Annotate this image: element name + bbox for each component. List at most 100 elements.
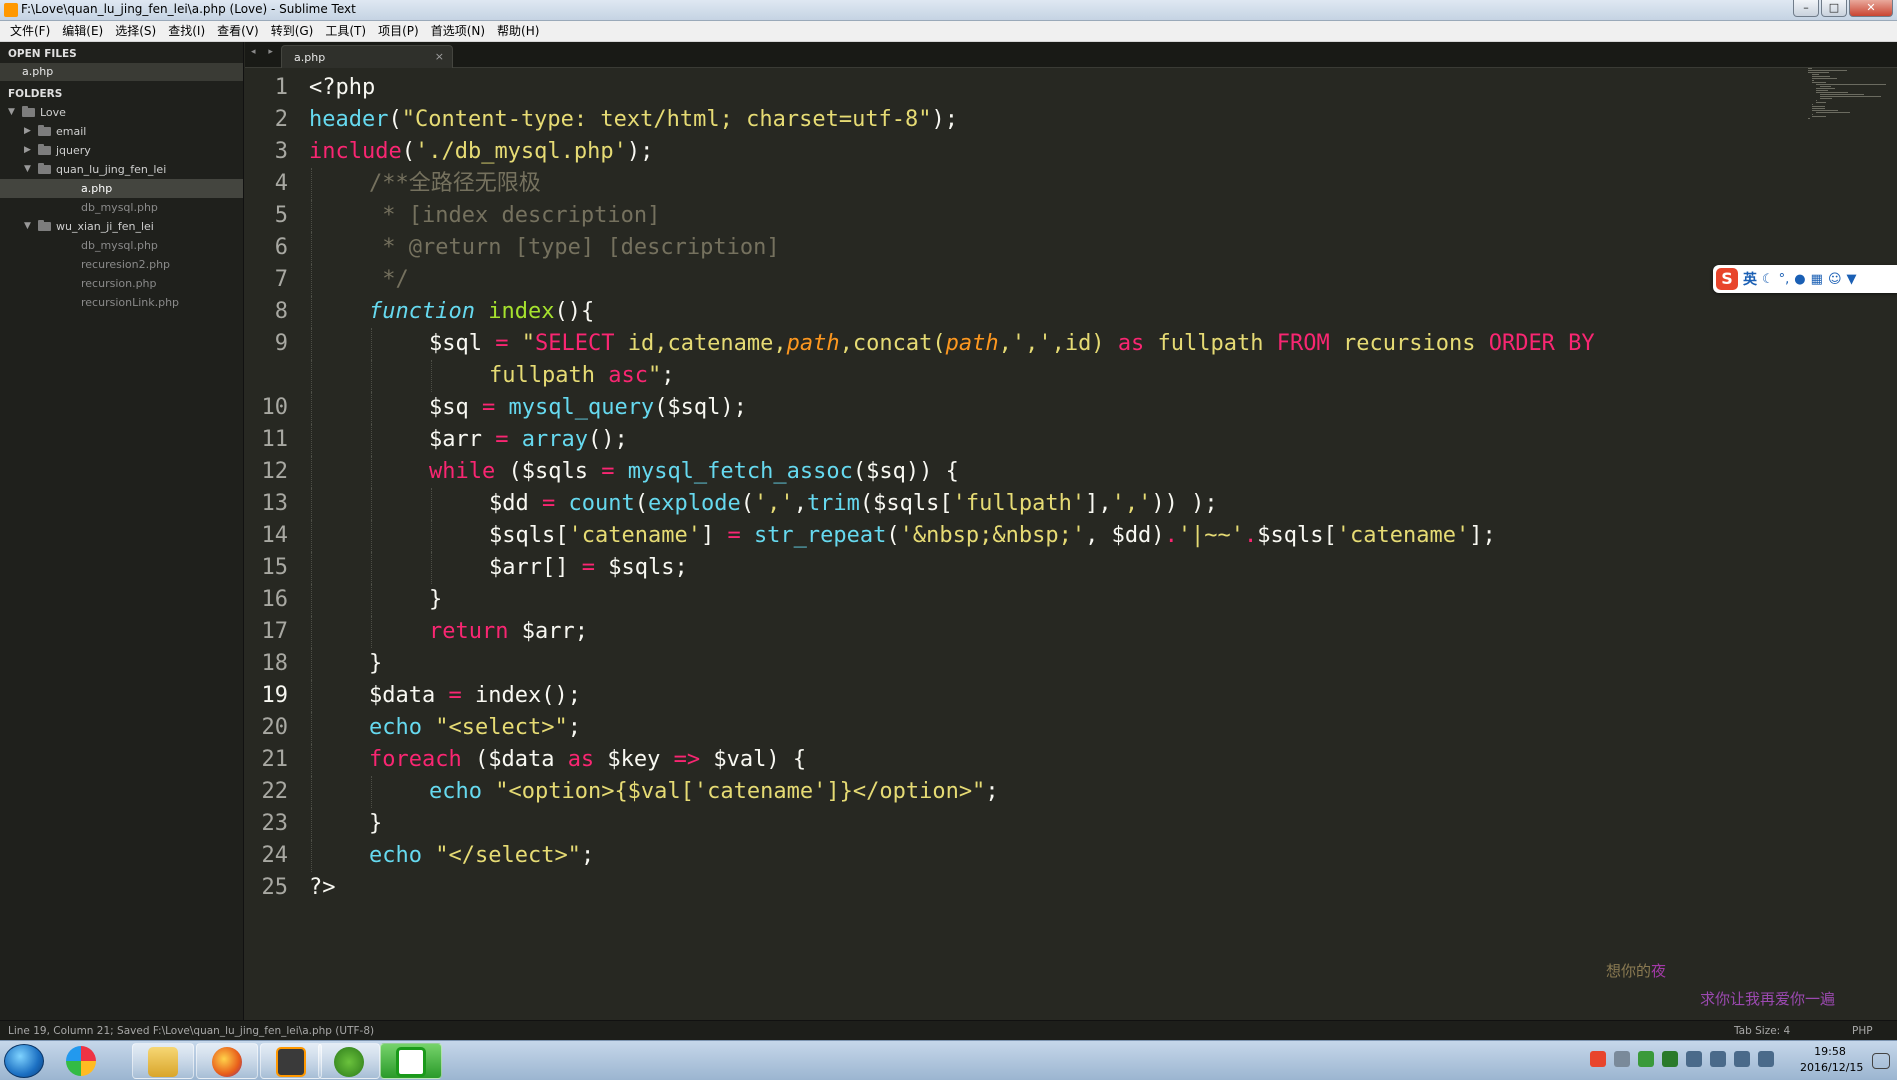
disclosure-closed-icon[interactable]: ▶ xyxy=(24,141,34,160)
code-line[interactable]: */ xyxy=(369,264,409,296)
tray-arrow-icon[interactable] xyxy=(1614,1051,1630,1067)
indent-guide xyxy=(371,360,372,392)
ime-toolbar[interactable]: S 英 ☾ °, ● ▦ ☺ ▼ xyxy=(1713,265,1897,293)
code-token: ( xyxy=(886,523,900,548)
taskbar-firefox[interactable] xyxy=(196,1043,258,1079)
tab-close-icon[interactable]: × xyxy=(435,50,444,63)
indent-guide xyxy=(431,360,432,392)
menu-item-7[interactable]: 项目(P) xyxy=(372,21,425,41)
notification-icon[interactable] xyxy=(1872,1053,1890,1069)
indent-guide xyxy=(311,392,312,424)
code-line[interactable]: $arr[] = $sqls; xyxy=(489,552,688,584)
minimize-button[interactable]: – xyxy=(1793,0,1819,17)
volume-icon[interactable] xyxy=(1734,1051,1750,1067)
tray-app-icon[interactable] xyxy=(1638,1051,1654,1067)
taskbar-explorer[interactable] xyxy=(132,1043,194,1079)
power-icon[interactable] xyxy=(1758,1051,1774,1067)
code-line[interactable]: while ($sqls = mysql_fetch_assoc($sq)) { xyxy=(429,456,959,488)
disclosure-open-icon[interactable]: ▼ xyxy=(24,217,34,236)
tray-green-icon[interactable] xyxy=(1662,1051,1678,1067)
close-button[interactable]: ✕ xyxy=(1849,0,1893,17)
monitor-icon[interactable] xyxy=(1710,1051,1726,1067)
code-line[interactable]: include('./db_mysql.php'); xyxy=(309,136,653,168)
code-line[interactable]: * @return [type] [description] xyxy=(369,232,779,264)
code-line[interactable]: echo "<option>{$val['catename']}</option… xyxy=(429,776,999,808)
code-line[interactable]: echo "</select>"; xyxy=(369,840,594,872)
menu-item-9[interactable]: 帮助(H) xyxy=(491,21,545,41)
code-line[interactable]: } xyxy=(369,808,382,840)
code-line[interactable]: fullpath asc"; xyxy=(489,360,674,392)
comma-icon[interactable]: °, xyxy=(1779,272,1790,287)
disclosure-open-icon[interactable]: ▼ xyxy=(24,160,34,179)
code-line[interactable]: function index(){ xyxy=(369,296,594,328)
menu-item-0[interactable]: 文件(F) xyxy=(4,21,56,41)
code-line[interactable]: $data = index(); xyxy=(369,680,581,712)
menu-item-1[interactable]: 编辑(E) xyxy=(56,21,109,41)
code-line[interactable]: $arr = array(); xyxy=(429,424,628,456)
open-file-item[interactable]: a.php xyxy=(0,63,243,81)
syntax-indicator[interactable]: PHP xyxy=(1852,1025,1873,1037)
ime-language-toggle[interactable]: 英 xyxy=(1743,269,1757,289)
start-button[interactable] xyxy=(4,1044,44,1078)
maximize-button[interactable]: □ xyxy=(1821,0,1847,17)
menu-item-3[interactable]: 查找(I) xyxy=(162,21,211,41)
code-line[interactable]: $sq = mysql_query($sql); xyxy=(429,392,747,424)
code-token: ); xyxy=(931,107,959,132)
code-line[interactable]: $sql = "SELECT id,catename,path,concat(p… xyxy=(429,328,1595,360)
taskbar-app-active[interactable] xyxy=(380,1043,442,1079)
menu-item-4[interactable]: 查看(V) xyxy=(211,21,265,41)
folder-row[interactable]: ▼ Love xyxy=(0,103,243,122)
mic-icon[interactable]: ● xyxy=(1794,272,1805,287)
file-row[interactable]: db_mysql.php xyxy=(0,236,243,255)
file-row[interactable]: recursionLink.php xyxy=(0,293,243,312)
code-line[interactable]: foreach ($data as $key => $val) { xyxy=(369,744,806,776)
menu-item-8[interactable]: 首选项(N) xyxy=(425,21,491,41)
minimap[interactable] xyxy=(1808,68,1888,128)
tab-size-indicator[interactable]: Tab Size: 4 xyxy=(1734,1025,1790,1037)
file-row[interactable]: recuresion2.php xyxy=(0,255,243,274)
code-line[interactable]: <?php xyxy=(309,72,375,104)
file-row[interactable]: recursion.php xyxy=(0,274,243,293)
file-row[interactable]: db_mysql.php xyxy=(0,198,243,217)
keyboard-icon[interactable]: ▦ xyxy=(1811,272,1823,287)
code-area[interactable]: <?php header("Content-type: text/html; ch… xyxy=(309,68,1799,1020)
menu-item-6[interactable]: 工具(T) xyxy=(319,21,372,41)
minimap-line xyxy=(1812,82,1826,83)
code-line[interactable]: return $arr; xyxy=(429,616,588,648)
tab-a-php[interactable]: a.php × xyxy=(281,45,453,68)
code-line[interactable]: * [index description] xyxy=(369,200,660,232)
taskbar-sublime[interactable] xyxy=(260,1043,322,1079)
disclosure-closed-icon[interactable]: ▶ xyxy=(24,122,34,141)
code-line[interactable]: header("Content-type: text/html; charset… xyxy=(309,104,958,136)
code-line[interactable]: /**全路径无限极 xyxy=(369,168,541,200)
code-line[interactable]: echo "<select>"; xyxy=(369,712,581,744)
code-line[interactable]: $dd = count(explode(',',trim($sqls['full… xyxy=(489,488,1218,520)
indent-guide xyxy=(311,360,312,392)
shirt-icon[interactable]: ▼ xyxy=(1847,272,1857,287)
file-row[interactable]: a.php xyxy=(0,179,243,198)
moon-icon[interactable]: ☾ xyxy=(1762,272,1774,287)
folder-row[interactable]: ▶ jquery xyxy=(0,141,243,160)
code-line[interactable]: } xyxy=(369,648,382,680)
folder-row[interactable]: ▼ quan_lu_jing_fen_lei xyxy=(0,160,243,179)
tree-label: recursionLink.php xyxy=(81,296,180,309)
network-icon[interactable] xyxy=(1686,1051,1702,1067)
taskbar-pinned-app[interactable] xyxy=(54,1043,116,1079)
line-number: 19 xyxy=(261,683,289,708)
sogou-tray-icon[interactable] xyxy=(1590,1051,1606,1067)
menu-item-2[interactable]: 选择(S) xyxy=(109,21,162,41)
folder-row[interactable]: ▶ email xyxy=(0,122,243,141)
disclosure-open-icon[interactable]: ▼ xyxy=(8,103,18,122)
user-icon[interactable]: ☺ xyxy=(1828,272,1842,287)
sogou-logo-icon[interactable]: S xyxy=(1716,268,1738,290)
folder-row[interactable]: ▼ wu_xian_ji_fen_lei xyxy=(0,217,243,236)
taskbar-app-green[interactable] xyxy=(318,1043,380,1079)
code-line[interactable]: $sqls['catename'] = str_repeat('&nbsp;&n… xyxy=(489,520,1496,552)
indent-guide xyxy=(431,520,432,552)
code-line[interactable]: } xyxy=(429,584,442,616)
clock[interactable]: 19:58 2016/12/15 xyxy=(1800,1044,1863,1076)
code-token: . xyxy=(1164,523,1178,548)
tab-nav-arrows[interactable]: ◂ ▸ xyxy=(251,47,278,57)
code-line[interactable]: ?> xyxy=(309,872,336,904)
menu-item-5[interactable]: 转到(G) xyxy=(265,21,320,41)
